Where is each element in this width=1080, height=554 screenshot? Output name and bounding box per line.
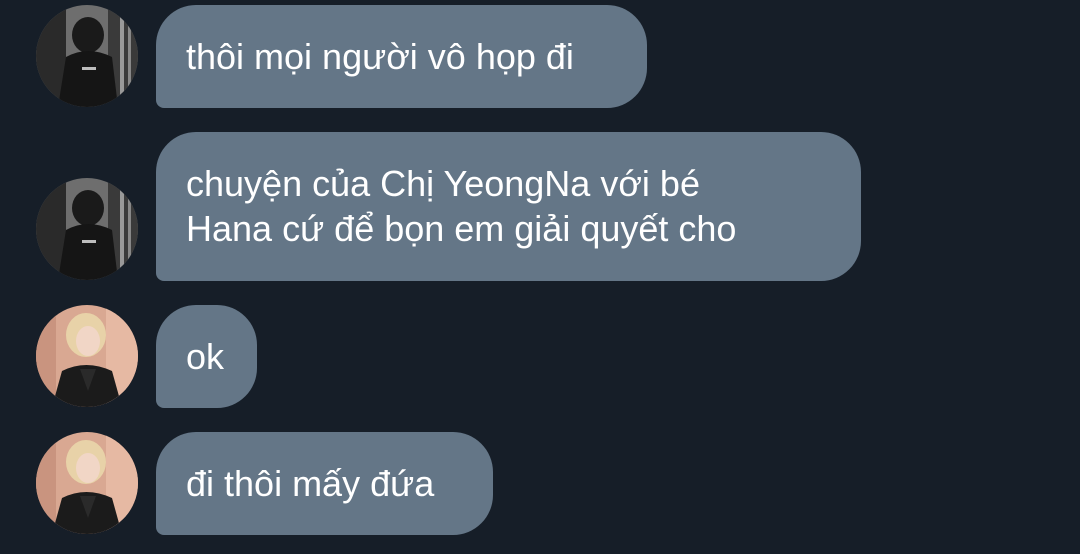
avatar-blonde-icon[interactable] <box>36 305 138 407</box>
message-bubble[interactable]: chuyện của Chị YeongNa với bé Hana cứ để… <box>156 132 861 281</box>
chat-conversation: thôi mọi người vô họp đi chuyện của Chị … <box>0 0 1080 554</box>
avatar-dark-icon[interactable] <box>36 5 138 107</box>
message-bubble[interactable]: ok <box>156 305 257 408</box>
message-text-line: chuyện của Chị YeongNa với bé <box>186 163 700 204</box>
message-text: đi thôi mấy đứa <box>186 463 435 504</box>
message-text: ok <box>186 336 225 377</box>
message-bubble[interactable]: thôi mọi người vô họp đi <box>156 5 647 108</box>
avatar-blonde-icon[interactable] <box>36 432 138 534</box>
message-text-line: Hana cứ để bọn em giải quyết cho <box>186 208 737 249</box>
message-bubble[interactable]: đi thôi mấy đứa <box>156 432 493 535</box>
avatar-dark-icon[interactable] <box>36 178 138 280</box>
message-text: thôi mọi người vô họp đi <box>186 36 574 77</box>
